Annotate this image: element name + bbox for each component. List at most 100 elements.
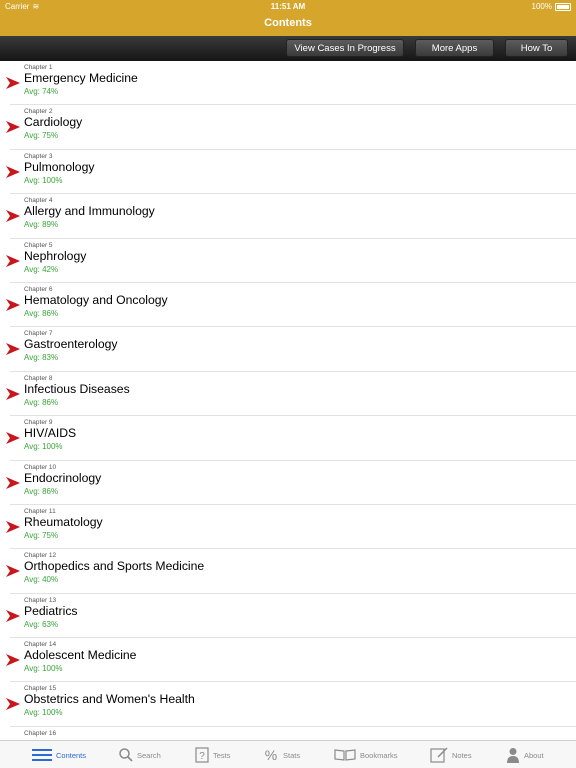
chapter-title: Endocrinology — [24, 470, 102, 485]
chapter-title: Nephrology — [24, 248, 87, 263]
chapter-row[interactable]: Chapter 6 Hematology and Oncology Avg: 86% — [0, 283, 576, 328]
toolbar: View Cases In Progress More Apps How To — [0, 36, 576, 61]
chapter-title: Infectious Diseases — [24, 381, 130, 396]
chapter-row[interactable]: Chapter 4 Allergy and Immunology Avg: 89% — [0, 194, 576, 239]
chapter-row[interactable]: Chapter 15 Obstetrics and Women's Health A… — [0, 682, 576, 727]
chevron-right-icon — [6, 298, 20, 311]
tab-label: Stats — [283, 750, 301, 760]
chapter-average: Avg: 89% — [24, 220, 59, 230]
question-icon: ? — [195, 747, 209, 763]
tab-label: Tests — [213, 750, 231, 760]
book-icon — [334, 749, 356, 761]
chevron-right-icon — [6, 165, 20, 178]
battery-indicator: 100% — [532, 2, 571, 11]
person-icon — [506, 747, 520, 763]
chapter-average: Avg: 86% — [24, 308, 59, 318]
list-icon — [32, 749, 52, 761]
chapter-number: Chapter 11 — [24, 507, 56, 515]
tab-notes[interactable]: Notes — [430, 746, 472, 764]
chapter-number: Chapter 3 — [24, 152, 53, 160]
tab-label: Notes — [452, 750, 472, 760]
chapter-average: Avg: 83% — [24, 353, 59, 363]
chevron-right-icon — [6, 520, 20, 533]
chapter-row[interactable]: Chapter 2 Cardiology Avg: 75% — [0, 105, 576, 150]
tab-contents[interactable]: Contents — [32, 746, 86, 764]
chapter-number: Chapter 6 — [24, 285, 53, 293]
chapter-average: Avg: 74% — [24, 87, 59, 96]
tab-tests[interactable]: ? Tests — [195, 746, 231, 764]
chapter-number: Chapter 2 — [24, 108, 53, 116]
chevron-right-icon — [6, 387, 20, 400]
chevron-right-icon — [6, 343, 20, 356]
chapter-row[interactable]: Chapter 13 Pediatrics Avg: 63% — [0, 594, 576, 639]
navigation-bar: Carrier ≋ 11:51 AM 100% Contents — [0, 0, 576, 36]
chapter-title: Cardiology — [24, 115, 83, 130]
chapter-number: Chapter 5 — [24, 241, 53, 249]
chapter-row[interactable]: Chapter 5 Nephrology Avg: 42% — [0, 239, 576, 283]
chapter-average: Avg: 40% — [24, 575, 59, 585]
chevron-right-icon — [6, 654, 20, 667]
chapter-title: Orthopedics and Sports Medicine — [24, 559, 205, 574]
tab-label: Bookmarks — [360, 750, 398, 760]
chapter-title: Obstetrics and Women's Health — [24, 692, 195, 707]
chapter-number: Chapter 13 — [24, 596, 57, 604]
chapter-number: Chapter 10 — [24, 463, 57, 471]
tab-stats[interactable]: % Stats — [263, 746, 300, 764]
chapter-row[interactable]: Chapter 11 Rheumatology Avg: 75% — [0, 505, 576, 550]
chapter-list: Chapter 1 Emergency Medicine Avg: 74% Chapt… — [0, 61, 576, 740]
chapter-title: Gastroenterology — [24, 337, 118, 352]
chevron-right-icon — [6, 698, 20, 711]
chapter-row[interactable]: Chapter 14 Adolescent Medicine Avg: 100% — [0, 638, 576, 683]
chapter-average: Avg: 86% — [24, 486, 59, 496]
chapter-number: Chapter 16 — [24, 729, 57, 737]
tab-bookmarks[interactable]: Bookmarks — [334, 746, 398, 764]
tab-label: About — [524, 750, 544, 760]
chapter-number: Chapter 1 — [24, 64, 53, 71]
search-icon — [119, 748, 133, 762]
chapter-average: Avg: 100% — [24, 442, 63, 452]
chapter-number: Chapter 15 — [24, 685, 57, 693]
chapter-average: Avg: 86% — [24, 397, 59, 407]
chapter-average: Avg: 63% — [24, 619, 59, 629]
chevron-right-icon — [6, 210, 20, 223]
svg-text:?: ? — [199, 751, 205, 762]
more-apps-button[interactable]: More Apps — [415, 39, 494, 57]
chapter-row[interactable]: Chapter 8 Infectious Diseases Avg: 86% — [0, 372, 576, 417]
chapter-number: Chapter 7 — [24, 330, 53, 338]
chapter-row[interactable]: Chapter 12 Orthopedics and Sports Medicin… — [0, 549, 576, 594]
chapter-title: Adolescent Medicine — [24, 648, 137, 663]
chapter-row[interactable]: Chapter 1 Emergency Medicine Avg: 74% — [0, 61, 576, 106]
chapter-title: Pulmonology — [24, 159, 95, 174]
chevron-right-icon — [6, 476, 20, 489]
chevron-right-icon — [6, 121, 20, 134]
chapter-row[interactable]: Chapter 10 Endocrinology Avg: 86% — [0, 461, 576, 505]
view-cases-button[interactable]: View Cases In Progress — [286, 39, 404, 57]
tab-search[interactable]: Search — [119, 746, 161, 764]
battery-icon — [555, 2, 571, 11]
chapter-average: Avg: 75% — [24, 131, 59, 141]
chapter-average: Avg: 75% — [24, 530, 59, 540]
chapter-average: Avg: 100% — [24, 175, 63, 185]
chapter-title: Allergy and Immunology — [24, 204, 155, 219]
chapter-number: Chapter 14 — [24, 641, 57, 649]
clock: 11:51 AM — [270, 2, 306, 11]
svg-text:%: % — [265, 748, 277, 762]
percent-icon: % — [263, 748, 279, 762]
chapter-row[interactable]: Chapter 16 — [0, 727, 576, 740]
note-icon — [430, 747, 448, 763]
chapter-average: Avg: 100% — [24, 708, 63, 718]
how-to-button[interactable]: How To — [505, 39, 568, 57]
chapter-title: Pediatrics — [24, 603, 78, 618]
chapter-row[interactable]: Chapter 9 HIV/AIDS Avg: 100% — [0, 416, 576, 461]
tab-about[interactable]: About — [506, 746, 544, 764]
chevron-right-icon — [6, 565, 20, 578]
tab-bar: Contents Search? Tests% Stats Bookmarks Notes… — [0, 740, 576, 768]
chapter-row[interactable]: Chapter 3 Pulmonology Avg: 100% — [0, 150, 576, 195]
tab-label: Contents — [56, 750, 87, 760]
chapter-title: HIV/AIDS — [24, 426, 77, 441]
chevron-right-icon — [6, 609, 20, 622]
chapter-row[interactable]: Chapter 7 Gastroenterology Avg: 83% — [0, 327, 576, 372]
chevron-right-icon — [6, 254, 20, 267]
chapter-number: Chapter 4 — [24, 197, 53, 205]
chapter-title: Hematology and Oncology — [24, 292, 168, 307]
